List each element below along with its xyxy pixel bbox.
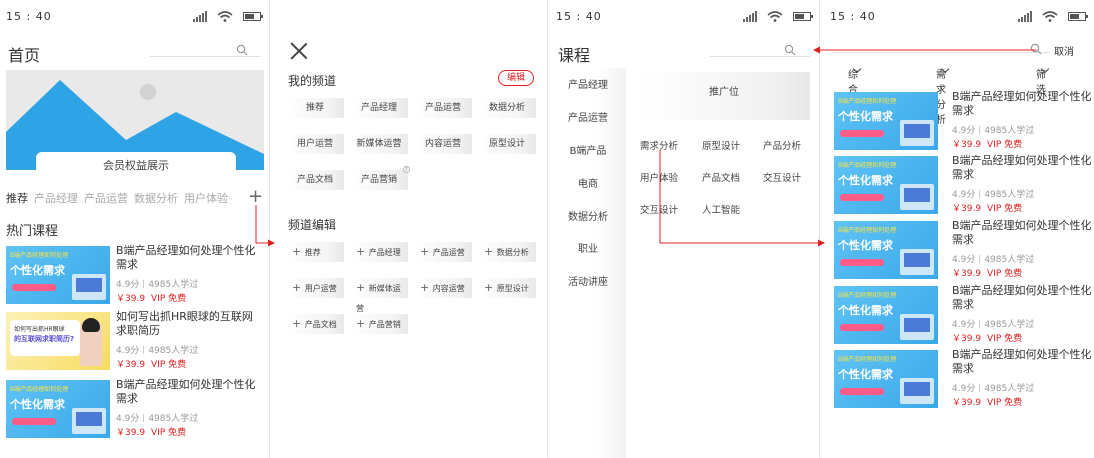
flow-arrows	[255, 46, 1036, 247]
flow-arrow	[255, 205, 275, 247]
flow-arrow	[659, 150, 825, 247]
